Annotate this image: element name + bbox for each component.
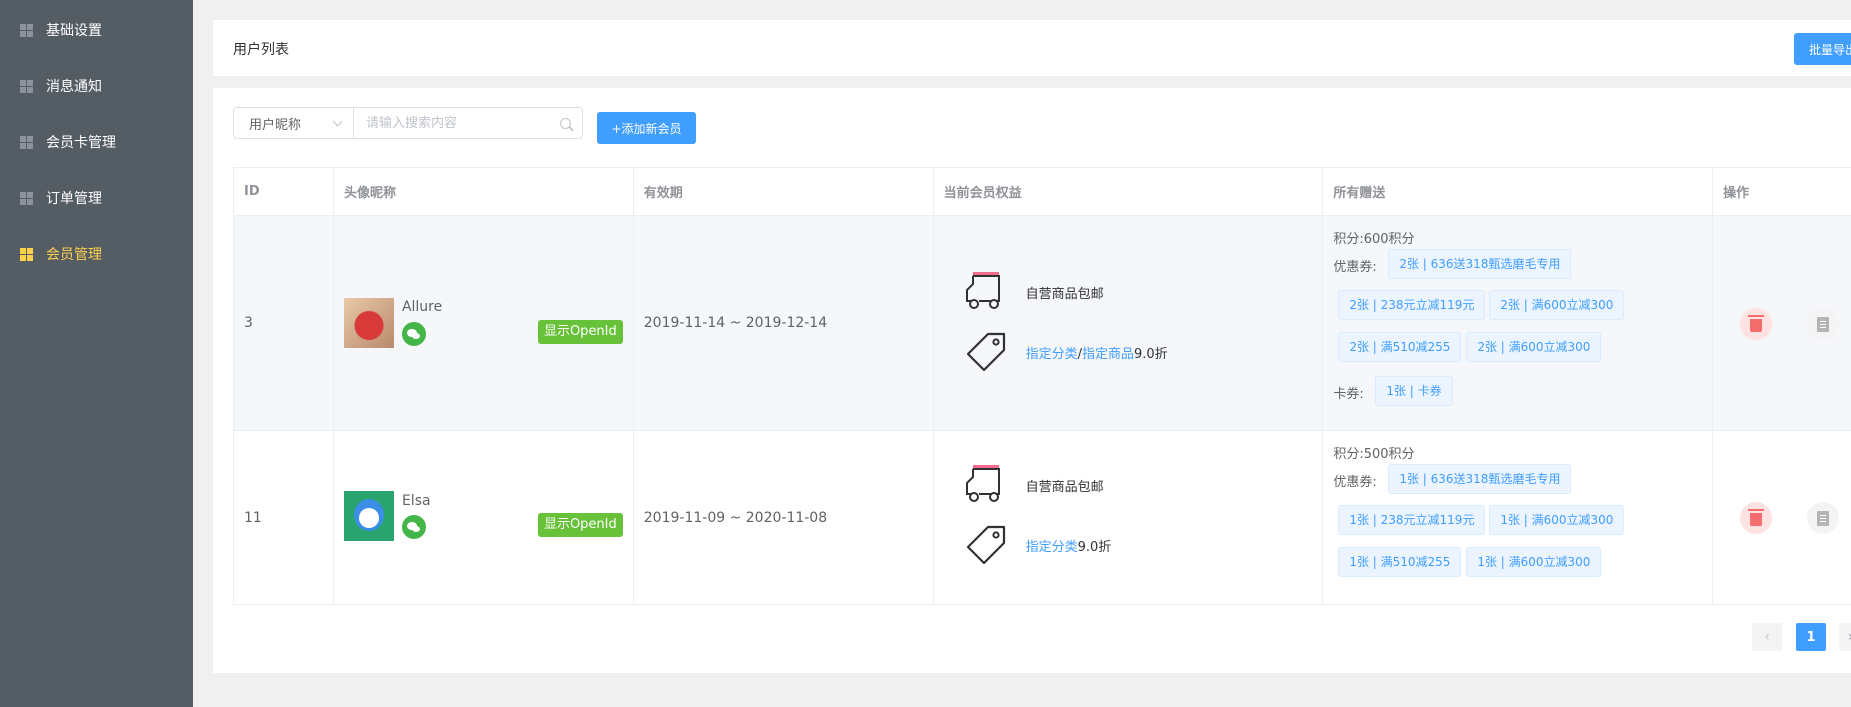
page-number-1[interactable]: 1 xyxy=(1796,623,1826,651)
delete-button[interactable] xyxy=(1740,502,1773,534)
member-nickname: Elsa xyxy=(401,493,431,509)
trash-icon xyxy=(1748,315,1765,332)
coupon-tag[interactable]: 1张 | 满600立减300 xyxy=(1489,505,1625,535)
avatar xyxy=(343,298,394,348)
member-table: ID 头像昵称 有效期 当前会员权益 所有赠送 操作 3 Allure 显示Op… xyxy=(233,167,1851,605)
discount-value: 9.0折 xyxy=(1077,539,1112,555)
search-bar: 用户昵称 xyxy=(233,107,583,139)
column-header-rights: 当前会员权益 xyxy=(934,168,1324,215)
search-input[interactable] xyxy=(354,108,548,138)
member-nickname: Allure xyxy=(401,299,443,315)
show-openid-button[interactable]: 显示OpenId xyxy=(537,513,623,537)
sidebar-item-orders[interactable]: 订单管理 xyxy=(0,170,193,226)
sidebar-item-notifications[interactable]: 消息通知 xyxy=(0,58,193,114)
sidebar-item-label: 会员卡管理 xyxy=(46,135,116,151)
column-header-gifts: 所有赠送 xyxy=(1323,168,1714,215)
sidebar-item-members[interactable]: 会员管理 xyxy=(0,226,193,282)
coupon-tag[interactable]: 2张 | 238元立减119元 xyxy=(1338,290,1486,320)
sidebar: 基础设置 消息通知 会员卡管理 订单管理 会员管理 xyxy=(0,0,193,707)
grid-icon xyxy=(20,247,33,261)
right-shipping-text: 自营商品包邮 xyxy=(1025,286,1104,302)
search-field-select-value: 用户昵称 xyxy=(249,117,302,133)
validity-period: 2019-11-09 ~ 2020-11-08 xyxy=(643,509,828,526)
table-row: 11 Elsa 显示OpenId 2019-11-09 ~ 2020-11-08 xyxy=(234,431,1851,605)
right-free-shipping: 自营商品包邮 xyxy=(964,463,1104,507)
search-icon[interactable] xyxy=(548,108,582,138)
coupon-tag[interactable]: 1张 | 满600立减300 xyxy=(1466,547,1602,577)
member-id: 11 xyxy=(244,509,262,526)
search-field-select[interactable]: 用户昵称 xyxy=(234,108,354,138)
coupon-tag[interactable]: 2张 | 满600立减300 xyxy=(1466,332,1602,362)
sidebar-item-label: 消息通知 xyxy=(46,79,102,95)
specified-category-link[interactable]: 指定分类 xyxy=(1026,347,1078,362)
wechat-icon xyxy=(401,515,426,539)
right-discount: 指定分类9.0折 xyxy=(964,523,1112,567)
column-header-id: ID xyxy=(234,168,334,215)
grid-icon xyxy=(20,135,33,149)
price-tag-icon xyxy=(966,332,1005,372)
coupon-tag[interactable]: 2张 | 636送318甄选磨毛专用 xyxy=(1388,249,1572,279)
specified-product-link[interactable]: 指定商品 xyxy=(1082,347,1134,362)
chevron-down-icon xyxy=(332,116,343,126)
coupon-tag[interactable]: 1张 | 636送318甄选磨毛专用 xyxy=(1388,464,1572,494)
delivery-truck-icon xyxy=(965,272,1000,309)
sidebar-item-member-cards[interactable]: 会员卡管理 xyxy=(0,114,193,170)
specified-category-link[interactable]: 指定分类 xyxy=(1026,540,1078,555)
price-tag-icon xyxy=(966,525,1005,565)
detail-button[interactable] xyxy=(1807,308,1840,340)
member-id: 3 xyxy=(244,315,253,331)
table-row: 3 Allure 显示OpenId 2019-11-14 ~ 2019-12-1… xyxy=(234,216,1851,431)
delete-button[interactable] xyxy=(1740,308,1773,340)
right-shipping-text: 自营商品包邮 xyxy=(1025,479,1104,495)
coupon-tag[interactable]: 2张 | 满600立减300 xyxy=(1489,290,1625,320)
right-free-shipping: 自营商品包邮 xyxy=(964,270,1104,314)
page-title: 用户列表 xyxy=(233,42,289,58)
sidebar-item-label: 订单管理 xyxy=(46,191,102,207)
trash-icon xyxy=(1748,509,1765,526)
wechat-icon xyxy=(401,322,426,346)
member-list-panel: 用户昵称 +添加新会员 ID 头像昵称 有效期 当前会员权益 所有赠送 操作 3… xyxy=(213,88,1851,673)
column-header-avatar: 头像昵称 xyxy=(334,168,634,215)
card-coupon-tag[interactable]: 1张 | 卡券 xyxy=(1375,376,1453,406)
points-text: 积分:500积分 xyxy=(1333,447,1415,462)
right-discount: 指定分类/指定商品9.0折 xyxy=(964,330,1168,374)
table-header-row: ID 头像昵称 有效期 当前会员权益 所有赠送 操作 xyxy=(234,168,1851,216)
add-member-button[interactable]: +添加新会员 xyxy=(597,112,696,144)
sidebar-item-basic-settings[interactable]: 基础设置 xyxy=(0,2,193,58)
card-label: 卡券: xyxy=(1333,387,1364,402)
detail-button[interactable] xyxy=(1807,502,1840,534)
coupon-tag[interactable]: 1张 | 满510减255 xyxy=(1338,547,1462,577)
sidebar-item-label: 会员管理 xyxy=(46,247,102,263)
avatar xyxy=(343,491,394,541)
page-header: 用户列表 批量导出 xyxy=(213,20,1851,76)
next-page-button[interactable]: › xyxy=(1839,623,1851,651)
document-icon xyxy=(1817,316,1830,332)
points-text: 积分:600积分 xyxy=(1333,232,1415,247)
grid-icon xyxy=(20,23,33,37)
coupon-label: 优惠券: xyxy=(1333,260,1377,275)
discount-value: 9.0折 xyxy=(1134,346,1168,362)
grid-icon xyxy=(20,79,33,93)
prev-page-button[interactable]: ‹ xyxy=(1752,623,1782,651)
coupon-tag[interactable]: 1张 | 238元立减119元 xyxy=(1338,505,1486,535)
validity-period: 2019-11-14 ~ 2019-12-14 xyxy=(643,315,828,331)
sidebar-item-label: 基础设置 xyxy=(46,23,102,39)
document-icon xyxy=(1817,510,1830,526)
delivery-truck-icon xyxy=(965,465,1000,502)
batch-export-button[interactable]: 批量导出 xyxy=(1794,33,1851,65)
coupon-label: 优惠券: xyxy=(1333,475,1377,490)
column-header-validity: 有效期 xyxy=(634,168,934,215)
coupon-tag[interactable]: 2张 | 满510减255 xyxy=(1338,332,1462,362)
grid-icon xyxy=(20,191,33,205)
column-header-actions: 操作 xyxy=(1723,186,1750,201)
show-openid-button[interactable]: 显示OpenId xyxy=(537,320,623,344)
